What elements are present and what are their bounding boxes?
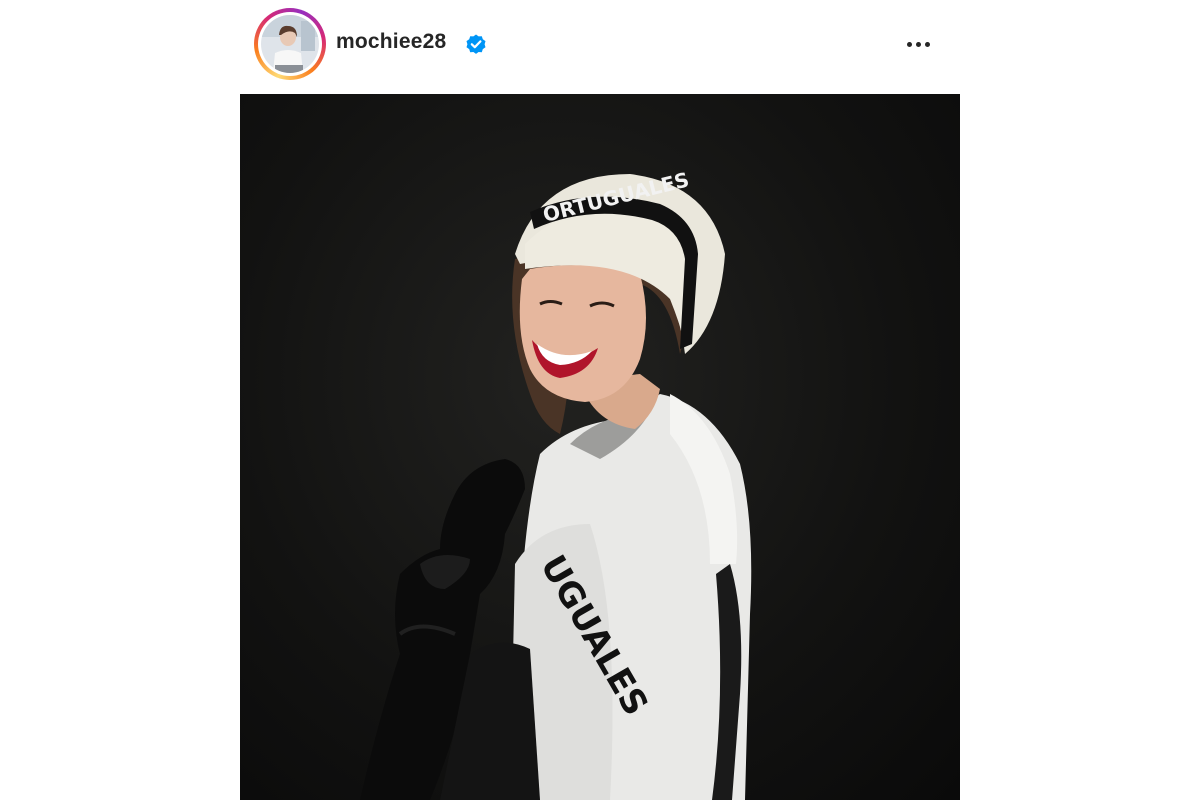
more-dot-icon: [906, 41, 912, 47]
username[interactable]: mochiee28: [336, 30, 446, 54]
more-options-button[interactable]: [900, 30, 936, 58]
story-ring[interactable]: [254, 8, 326, 80]
avatar-border: [258, 12, 322, 76]
more-dot-icon: [924, 41, 930, 47]
post-header: mochiee28: [240, 0, 960, 94]
post-photo[interactable]: UGUALES ORTUGUALES: [240, 94, 960, 800]
verified-badge-icon: [466, 34, 486, 54]
avatar[interactable]: [261, 15, 319, 73]
photo-illustration: UGUALES ORTUGUALES: [360, 167, 752, 800]
more-dot-icon: [915, 41, 921, 47]
